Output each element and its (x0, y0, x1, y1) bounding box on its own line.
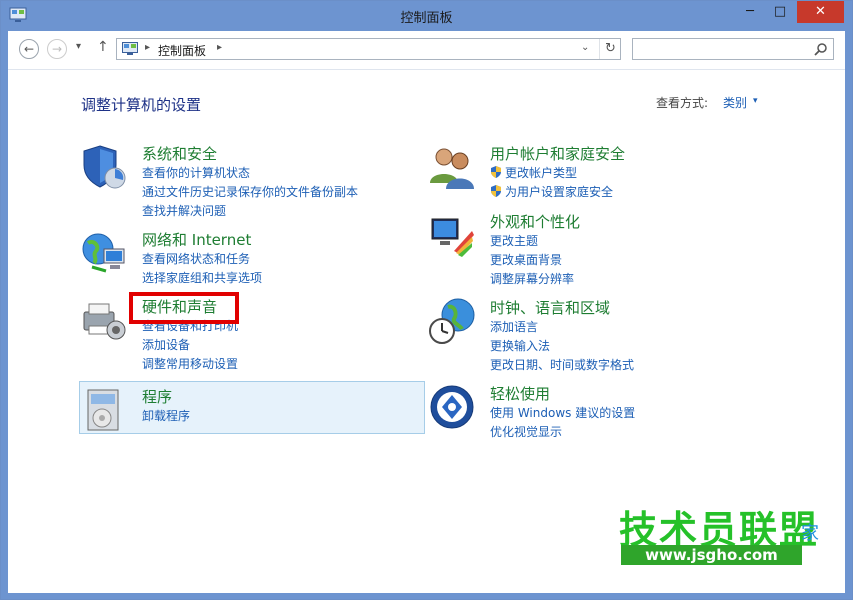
printer-icon (83, 303, 126, 340)
link-desktop-background[interactable]: 更改桌面背景 (490, 251, 574, 270)
watermark-url: www.jsgho.com (621, 545, 802, 565)
link-screen-resolution[interactable]: 调整屏幕分辨率 (490, 270, 574, 289)
search-icon[interactable] (814, 42, 828, 56)
link-change-account-type[interactable]: 更改帐户类型 (490, 164, 613, 183)
shield-icon (83, 145, 126, 189)
link-file-history-backup[interactable]: 通过文件历史记录保存你的文件备份副本 (142, 183, 358, 202)
view-by-dropdown[interactable]: 类别 (723, 94, 747, 111)
uac-shield-icon (491, 166, 501, 178)
category-title[interactable]: 程序 (142, 386, 172, 407)
watermark-tail: 家 (801, 523, 819, 544)
link-date-time-format[interactable]: 更改日期、时间或数字格式 (490, 356, 634, 375)
link-find-fix-problems[interactable]: 查找并解决问题 (142, 202, 358, 221)
category-title[interactable]: 时钟、语言和区域 (490, 297, 610, 318)
annotation-highlight-box (129, 292, 239, 324)
address-dropdown-button[interactable]: ⌄ (581, 42, 589, 53)
uac-shield-icon (491, 185, 501, 197)
up-button[interactable]: ↑ (97, 39, 109, 55)
view-by-label: 查看方式: (656, 96, 709, 110)
category-links: 添加语言 更换输入法 更改日期、时间或数字格式 (490, 318, 634, 375)
category-links: 更改主题 更改桌面背景 调整屏幕分辨率 (490, 232, 574, 289)
link-change-theme[interactable]: 更改主题 (490, 232, 574, 251)
category-links: 查看你的计算机状态 通过文件历史记录保存你的文件备份副本 查找并解决问题 (142, 164, 358, 221)
programs-icon (87, 389, 119, 431)
address-bar[interactable]: ▸ 控制面板 ▸ ⌄ ↻ (116, 38, 621, 60)
breadcrumb-control-panel[interactable]: 控制面板 (158, 42, 206, 59)
window-title: 控制面板 (400, 11, 453, 26)
network-globe-icon (82, 233, 125, 273)
clock-globe-icon (429, 298, 475, 344)
breadcrumb-separator[interactable]: ▸ (145, 42, 150, 53)
category-links: 更改帐户类型 为用户设置家庭安全 (490, 164, 613, 202)
personalization-icon (431, 218, 474, 257)
recent-locations-button[interactable]: ▾ (76, 41, 81, 52)
control-panel-window: 控制面板 ─ □ ✕ ← → ▾ ↑ ▸ 控制面板 ▸ ⌄ ↻ 调整计算机的设置… (0, 0, 853, 600)
category-title[interactable]: 网络和 Internet (142, 229, 251, 250)
refresh-button[interactable]: ↻ (599, 39, 621, 59)
category-links: 卸载程序 (142, 407, 190, 426)
users-icon (430, 148, 474, 189)
page-title: 调整计算机的设置 (81, 96, 202, 114)
category-links: 查看设备和打印机 添加设备 调整常用移动设置 (142, 317, 238, 374)
chevron-down-icon[interactable]: ▾ (753, 96, 758, 106)
title-bar[interactable]: 控制面板 ─ □ ✕ (1, 1, 852, 31)
navigation-bar: ← → ▾ ↑ ▸ 控制面板 ▸ ⌄ ↻ (8, 31, 845, 70)
link-view-computer-status[interactable]: 查看你的计算机状态 (142, 164, 358, 183)
category-title[interactable]: 系统和安全 (142, 143, 217, 164)
category-title[interactable]: 轻松使用 (490, 383, 550, 404)
link-network-status[interactable]: 查看网络状态和任务 (142, 250, 262, 269)
search-input[interactable] (636, 41, 806, 57)
link-mobility-settings[interactable]: 调整常用移动设置 (142, 355, 238, 374)
back-button[interactable]: ← (19, 39, 39, 59)
category-links: 查看网络状态和任务 选择家庭组和共享选项 (142, 250, 262, 288)
control-panel-icon (122, 42, 138, 55)
link-label[interactable]: 为用户设置家庭安全 (505, 185, 613, 199)
link-add-device[interactable]: 添加设备 (142, 336, 238, 355)
link-label[interactable]: 更改帐户类型 (505, 166, 577, 180)
maximize-button[interactable]: □ (767, 1, 793, 23)
link-recommended-settings[interactable]: 使用 Windows 建议的设置 (490, 404, 635, 423)
category-title[interactable]: 外观和个性化 (490, 211, 580, 232)
search-box[interactable] (632, 38, 834, 60)
link-uninstall-program[interactable]: 卸载程序 (142, 407, 190, 426)
category-title[interactable]: 用户帐户和家庭安全 (490, 143, 625, 164)
close-button[interactable]: ✕ (797, 1, 844, 23)
link-change-input-method[interactable]: 更换输入法 (490, 337, 634, 356)
minimize-button[interactable]: ─ (737, 1, 763, 23)
category-hover-highlight (79, 381, 425, 434)
link-homegroup-sharing[interactable]: 选择家庭组和共享选项 (142, 269, 262, 288)
link-optimize-visual-display[interactable]: 优化视觉显示 (490, 423, 635, 442)
link-add-language[interactable]: 添加语言 (490, 318, 634, 337)
ease-of-access-icon (430, 385, 474, 429)
breadcrumb-separator[interactable]: ▸ (217, 42, 222, 53)
forward-button[interactable]: → (47, 39, 67, 59)
category-links: 使用 Windows 建议的设置 优化视觉显示 (490, 404, 635, 442)
link-family-safety[interactable]: 为用户设置家庭安全 (490, 183, 613, 202)
